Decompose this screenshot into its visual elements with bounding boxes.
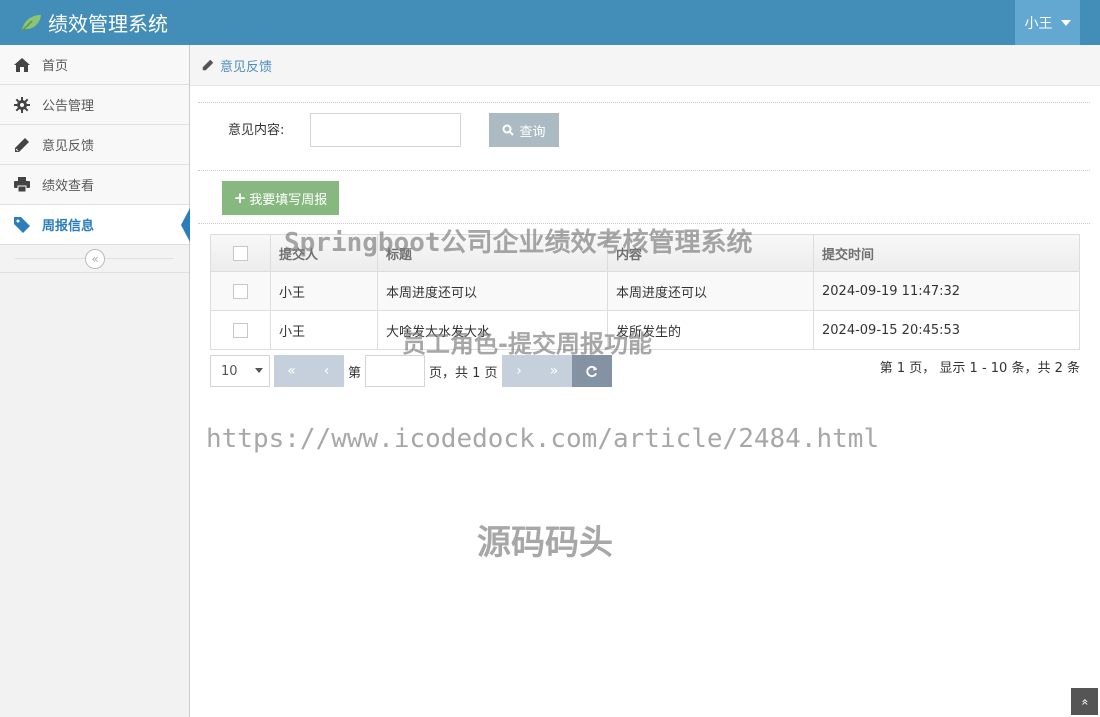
sidebar-collapse-row: « bbox=[0, 245, 189, 273]
collapse-sidebar-button[interactable]: « bbox=[85, 249, 105, 269]
sidebar-item-label: 公告管理 bbox=[42, 99, 95, 114]
scroll-to-top-button[interactable]: » bbox=[1071, 688, 1098, 715]
sidebar-item-label: 意见反馈 bbox=[42, 139, 95, 154]
cell-time: 2024-09-19 11:47:32 bbox=[813, 271, 1080, 311]
select-all-checkbox[interactable] bbox=[233, 245, 248, 261]
cell-time: 2024-09-15 20:45:53 bbox=[813, 310, 1080, 350]
cell-submitter: 小王 bbox=[270, 310, 378, 350]
print-icon bbox=[14, 177, 30, 193]
user-name: 小王 bbox=[1024, 15, 1053, 32]
watermark-text: 源码码头 bbox=[477, 523, 613, 563]
row-checkbox[interactable] bbox=[233, 322, 248, 338]
sidebar-item-label: 绩效查看 bbox=[42, 179, 95, 194]
row-checkbox[interactable] bbox=[233, 283, 248, 299]
next-page-button[interactable]: › bbox=[501, 355, 537, 387]
chevron-left-icon: ‹ bbox=[323, 363, 330, 379]
refresh-button[interactable] bbox=[571, 355, 612, 387]
pencil-icon bbox=[14, 137, 30, 153]
plus-icon: + bbox=[233, 189, 247, 207]
divider bbox=[198, 170, 1090, 171]
select-all-cell bbox=[210, 234, 271, 272]
sidebar-item-feedback[interactable]: 意见反馈 bbox=[0, 125, 189, 165]
sidebar-item-weekly-report[interactable]: 周报信息 bbox=[0, 205, 190, 245]
pagination: 10 « ‹ 第 页，共 1 页 › » bbox=[210, 355, 612, 387]
double-chevron-left-icon: « bbox=[91, 252, 99, 266]
sidebar-item-label: 首页 bbox=[42, 59, 69, 74]
feedback-content-input[interactable] bbox=[310, 113, 461, 147]
breadcrumb-item[interactable]: 意见反馈 bbox=[220, 56, 272, 75]
page-size-select[interactable]: 10 bbox=[210, 355, 270, 387]
brand[interactable]: 绩效管理系统 bbox=[20, 0, 168, 45]
cell-title: 本周进度还可以 bbox=[377, 271, 608, 311]
user-menu[interactable]: 小王 bbox=[1015, 0, 1080, 45]
caret-down-icon bbox=[1060, 19, 1071, 26]
row-select-cell bbox=[210, 271, 271, 311]
divider bbox=[198, 102, 1090, 103]
page-size-value: 10 bbox=[221, 363, 238, 379]
column-header-time[interactable]: 提交时间 bbox=[813, 234, 1080, 272]
chevron-right-icon: › bbox=[516, 363, 522, 379]
gear-icon bbox=[14, 96, 30, 113]
tag-icon bbox=[14, 216, 30, 233]
row-select-cell bbox=[210, 310, 271, 350]
page-number-input[interactable] bbox=[365, 355, 426, 387]
sidebar: 首页 公告管理 意见反馈 绩效查看 周报信息 « bbox=[0, 45, 190, 717]
search-label: 意见内容: bbox=[228, 123, 285, 138]
search-button[interactable]: 查询 bbox=[489, 113, 559, 147]
sidebar-item-performance[interactable]: 绩效查看 bbox=[0, 165, 189, 205]
home-icon bbox=[14, 57, 30, 73]
cell-content: 本周进度还可以 bbox=[607, 271, 814, 311]
add-weekly-report-button[interactable]: + 我要填写周报 bbox=[222, 181, 339, 215]
pencil-icon bbox=[202, 59, 214, 71]
search-icon bbox=[502, 124, 515, 136]
chevron-down-icon bbox=[255, 368, 263, 373]
top-navbar: 绩效管理系统 小王 bbox=[0, 0, 1100, 45]
sidebar-item-announcements[interactable]: 公告管理 bbox=[0, 85, 189, 125]
sidebar-item-home[interactable]: 首页 bbox=[0, 45, 189, 85]
last-page-button[interactable]: » bbox=[536, 355, 572, 387]
leaf-icon bbox=[21, 14, 41, 32]
watermark-url: https://www.icodedock.com/article/2484.h… bbox=[206, 424, 880, 454]
add-button-label: 我要填写周报 bbox=[249, 192, 328, 208]
first-page-button[interactable]: « bbox=[274, 355, 309, 387]
refresh-icon bbox=[586, 365, 598, 377]
page-suffix: 页，共 1 页 bbox=[429, 365, 498, 381]
prev-page-button[interactable]: ‹ bbox=[309, 355, 344, 387]
pagination-info: 第 1 页， 显示 1 - 10 条，共 2 条 bbox=[879, 361, 1080, 376]
cell-submitter: 小王 bbox=[270, 271, 378, 311]
double-chevron-left-icon: « bbox=[287, 363, 296, 379]
double-chevron-up-icon: » bbox=[1077, 697, 1092, 706]
breadcrumb: 意见反馈 bbox=[190, 45, 1100, 86]
double-chevron-right-icon: » bbox=[549, 363, 559, 379]
sidebar-item-label: 周报信息 bbox=[42, 219, 95, 234]
table-row[interactable]: 小王 本周进度还可以 本周进度还可以 2024-09-19 11:47:32 bbox=[210, 271, 1080, 311]
watermark-text: 员工角色-提交周报功能 bbox=[402, 330, 652, 358]
watermark-text: Springboot公司企业绩效考核管理系统 bbox=[284, 228, 753, 258]
page-prefix: 第 bbox=[348, 365, 362, 381]
search-button-label: 查询 bbox=[519, 124, 546, 140]
app-title: 绩效管理系统 bbox=[48, 12, 168, 36]
